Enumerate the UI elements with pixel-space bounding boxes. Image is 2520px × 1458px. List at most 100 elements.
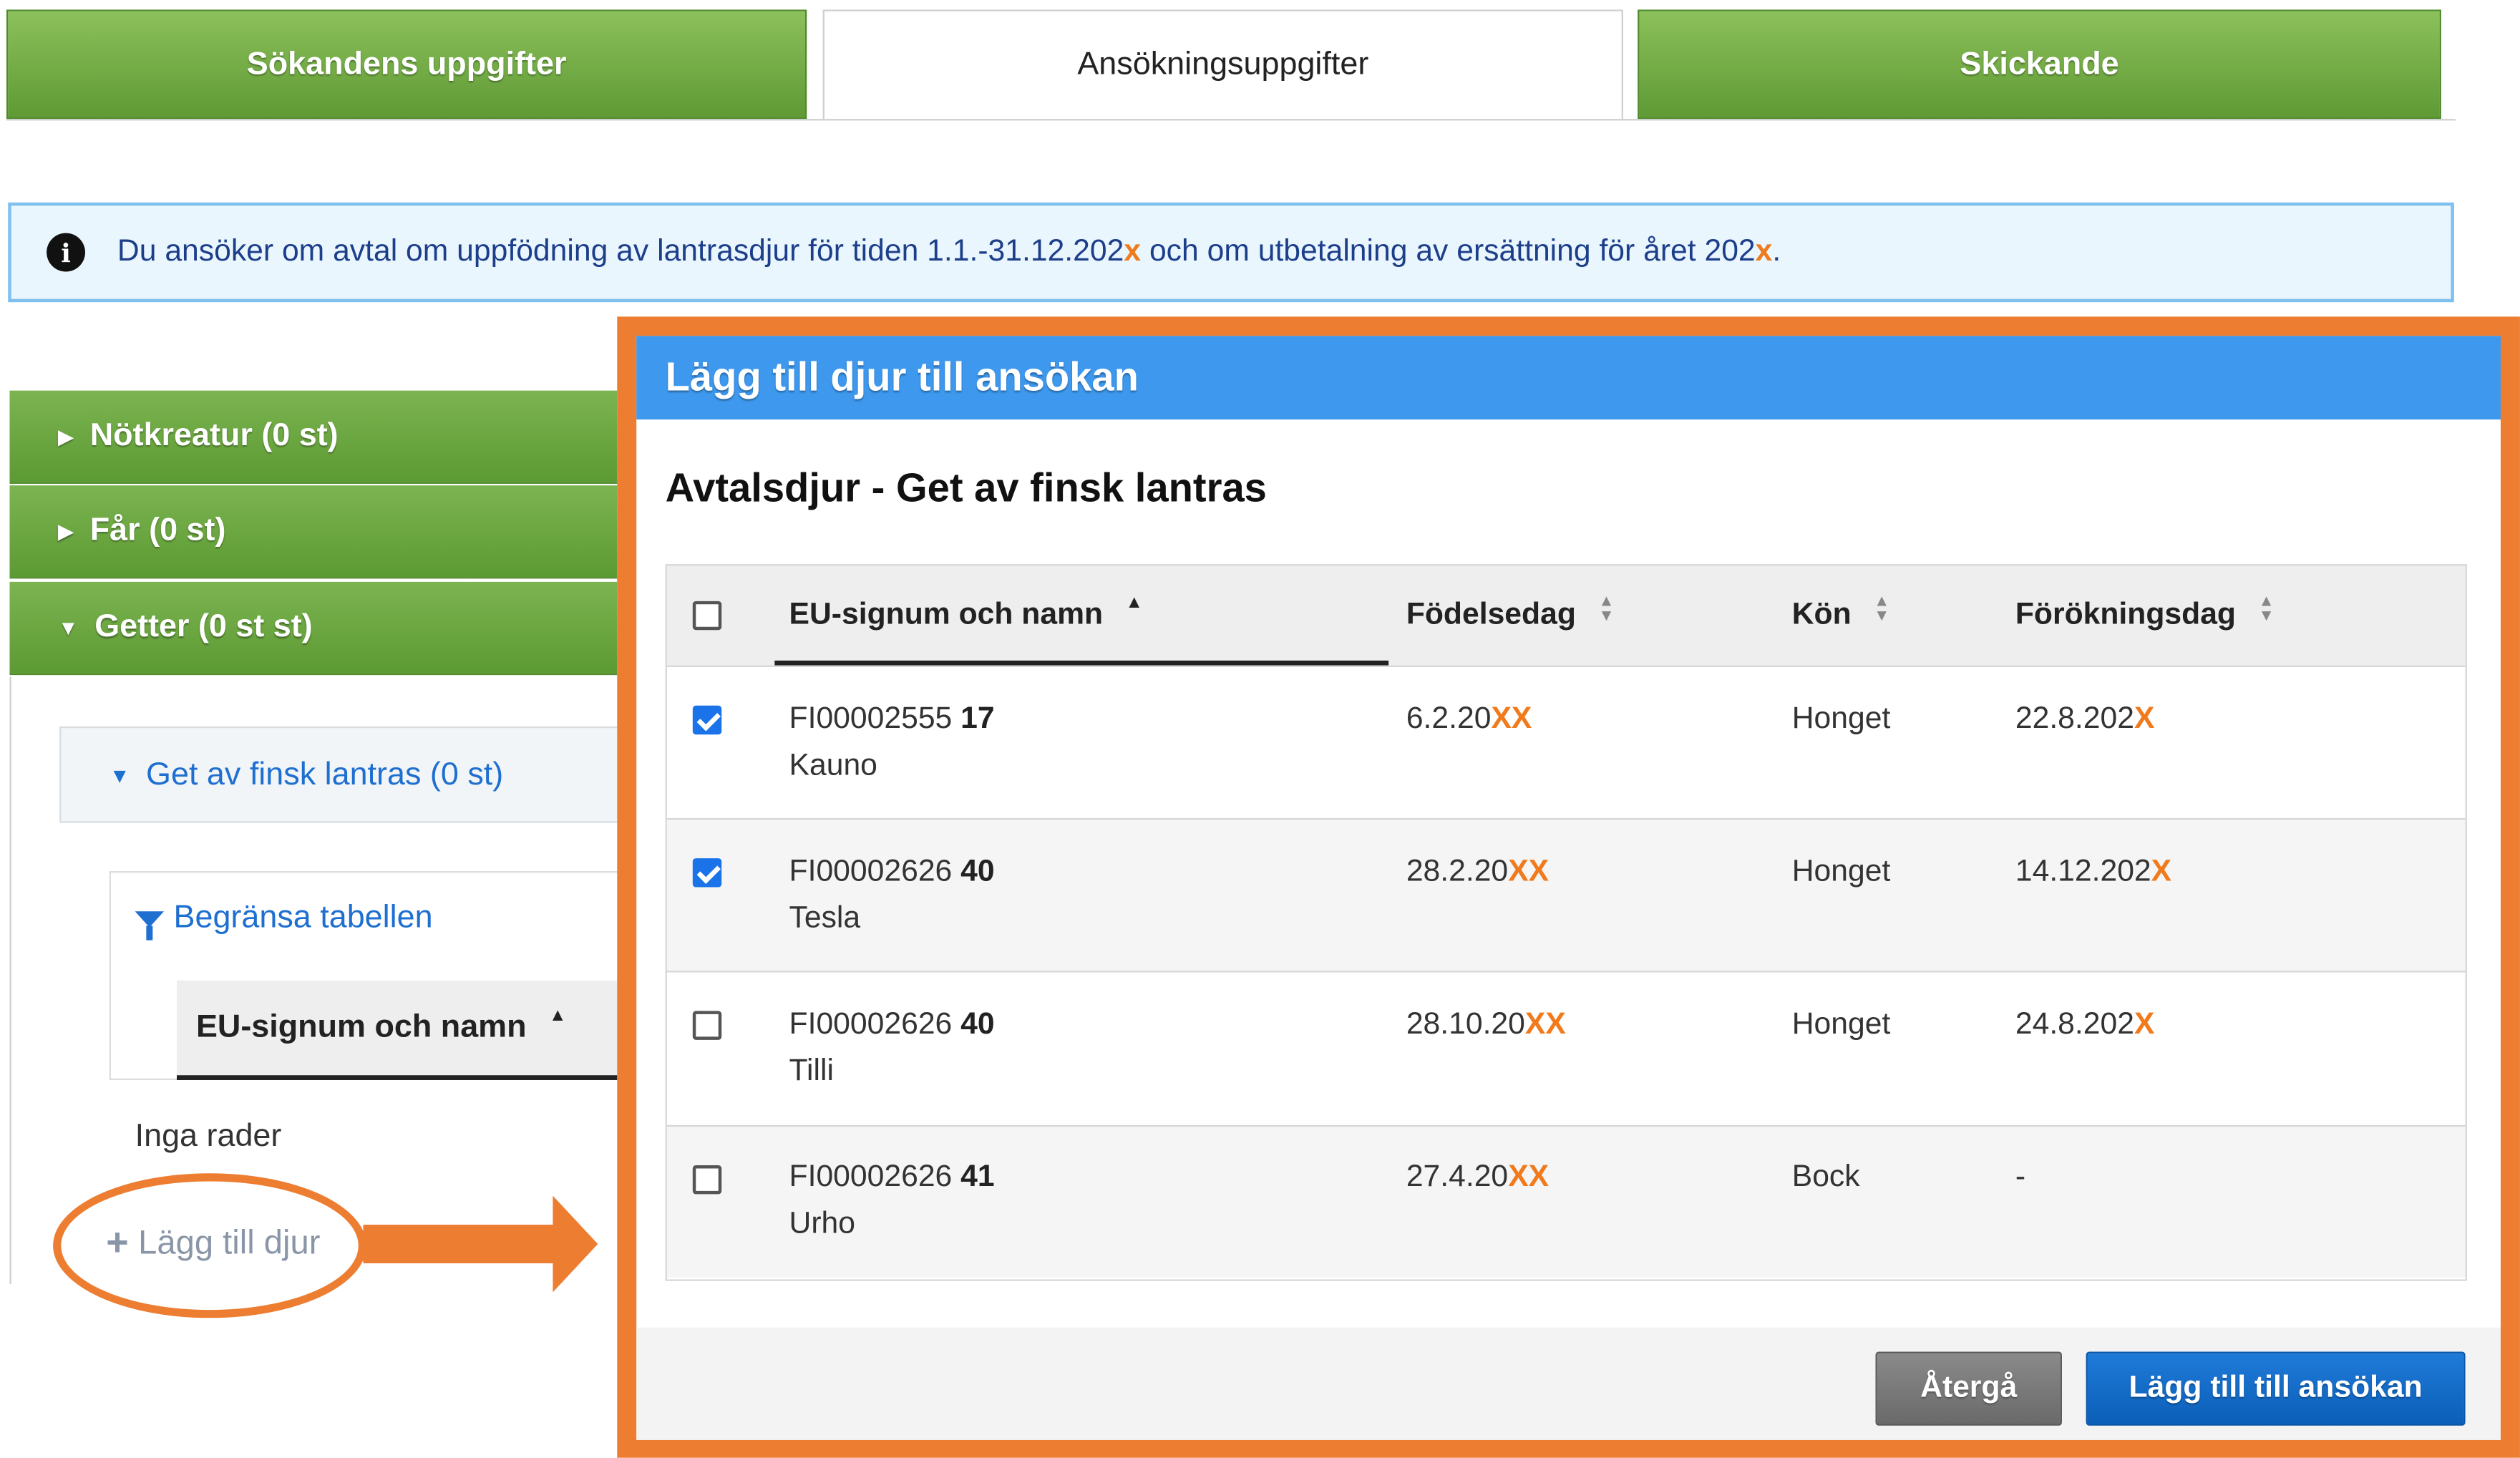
arrow-shaft	[363, 1225, 556, 1263]
dialog-header-title: Lägg till djur till ansökan	[665, 354, 1139, 400]
button-label: Lägg till till ansökan	[2129, 1371, 2423, 1405]
caret-right-icon: ▶	[57, 423, 74, 448]
add-to-application-button[interactable]: Lägg till till ansökan	[2086, 1351, 2466, 1426]
animal-sex: Bock	[1791, 1160, 1860, 1195]
date-part: 28.2.20	[1406, 855, 1509, 889]
column-label: Födelsedag	[1406, 598, 1576, 632]
select-all-checkbox[interactable]	[692, 601, 722, 631]
column-label: Förökningsdag	[2015, 598, 2237, 632]
birth-date: 28.10.20XX	[1406, 1008, 1566, 1043]
animal-id: FI00002626 41	[789, 1160, 995, 1195]
highlight-ellipse	[53, 1173, 366, 1318]
column-label: Kön	[1791, 598, 1852, 632]
empty-table-text: Inga rader	[135, 1118, 282, 1155]
breeding-date: 22.8.202X	[2015, 702, 2155, 737]
animal-id: FI00002555 17	[789, 702, 995, 737]
info-text-part: och om utbetalning av ersättning för åre…	[1141, 234, 1756, 268]
caret-right-icon: ▶	[57, 518, 74, 543]
filter-table-link[interactable]: Begränsa tabellen	[135, 900, 433, 940]
column-header-sex[interactable]: Kön ▲ ▼	[1792, 565, 1890, 665]
info-placeholder-x: x	[1124, 234, 1142, 268]
table-row[interactable]	[666, 817, 2466, 971]
tab-application-info[interactable]: Ansökningsuppgifter	[822, 9, 1623, 120]
accordion-goats[interactable]: ▼ Getter (0 st st)	[9, 581, 637, 676]
birth-date: 6.2.20XX	[1406, 702, 1532, 737]
sort-both-icon: ▲ ▼	[2258, 593, 2275, 626]
row-checkbox[interactable]	[692, 1165, 722, 1195]
info-text-part: Du ansöker om avtal om uppfödning av lan…	[117, 234, 1124, 268]
dialog-header: Lägg till djur till ansökan	[636, 336, 2501, 420]
sort-both-icon: ▲ ▼	[1598, 593, 1615, 626]
accordion-finnish-landrace-goat[interactable]: ▼ Get av finsk lantras (0 st)	[59, 726, 638, 823]
tab-label: Ansökningsuppgifter	[1077, 47, 1369, 82]
row-checkbox[interactable]	[692, 1011, 722, 1040]
breeding-date: -	[2015, 1160, 2025, 1195]
animal-sex: Honget	[1791, 855, 1891, 889]
sub-accordion-label: Get av finsk lantras (0 st)	[146, 756, 504, 792]
date-placeholder: XX	[1524, 1007, 1566, 1042]
button-label: Återgå	[1920, 1371, 2018, 1405]
id-prefix: FI00002626	[789, 1160, 961, 1195]
column-label: EU-signum och namn	[195, 1009, 527, 1045]
animal-id: FI00002626 40	[789, 855, 995, 890]
active-sort-underline	[774, 660, 1389, 666]
id-prefix: FI00002555	[789, 702, 961, 737]
date-part: -	[2015, 1160, 2026, 1195]
date-placeholder: X	[2134, 702, 2155, 737]
screenshot-stage: Sökandens uppgifter Ansökningsuppgifter …	[0, 0, 2520, 1458]
id-bold: 41	[960, 1160, 995, 1195]
id-prefix: FI00002626	[789, 855, 961, 889]
sort-ascending-icon: ▲	[1125, 593, 1143, 613]
tab-label: Sökandens uppgifter	[246, 45, 567, 82]
date-part: 28.10.20	[1406, 1007, 1525, 1042]
tab-sending[interactable]: Skickande	[1638, 9, 2441, 120]
column-header-breeding-date[interactable]: Förökningsdag ▲ ▼	[2015, 565, 2275, 665]
filter-label: Begränsa tabellen	[173, 900, 433, 935]
date-part: 27.4.20	[1406, 1160, 1509, 1195]
accordion-cattle[interactable]: ▶ Nötkreatur (0 st)	[9, 390, 637, 484]
breeding-date: 14.12.202X	[2015, 855, 2171, 890]
table-row[interactable]	[666, 1124, 2466, 1278]
caret-down-icon: ▼	[57, 616, 79, 640]
info-text: Du ansöker om avtal om uppfödning av lan…	[117, 235, 1781, 270]
caret-down-icon: ▼	[109, 762, 130, 787]
id-prefix: FI00002626	[789, 1007, 961, 1042]
animal-name: Tesla	[789, 901, 861, 935]
accordion-label: Nötkreatur (0 st)	[89, 417, 339, 454]
animal-name: Tilli	[789, 1054, 834, 1089]
dialog-title: Avtalsdjur - Get av finsk lantras	[665, 466, 1267, 512]
animal-name: Urho	[789, 1207, 856, 1241]
filter-icon	[135, 910, 165, 940]
arrow-right-icon	[553, 1195, 598, 1293]
breeding-date: 24.8.202X	[2015, 1008, 2155, 1043]
table-row[interactable]	[666, 971, 2466, 1123]
date-part: 24.8.202	[2015, 1007, 2134, 1042]
date-placeholder: XX	[1508, 855, 1550, 889]
animal-sex: Honget	[1791, 1007, 1891, 1042]
date-part: 14.12.202	[2015, 855, 2151, 889]
accordion-sheep[interactable]: ▶ Får (0 st)	[9, 485, 637, 579]
birth-date: 27.4.20XX	[1406, 1160, 1549, 1195]
row-checkbox[interactable]	[692, 705, 722, 735]
info-banner: i Du ansöker om avtal om uppfödning av l…	[8, 202, 2454, 303]
info-icon: i	[47, 233, 86, 272]
column-header-eu-signum[interactable]: EU-signum och namn ▲	[789, 565, 1143, 665]
date-placeholder: X	[2151, 855, 2172, 889]
tab-divider	[6, 119, 2456, 121]
cancel-button[interactable]: Återgå	[1875, 1351, 2062, 1426]
id-bold: 17	[960, 702, 995, 737]
row-checkbox[interactable]	[692, 858, 722, 888]
animal-sex: Honget	[1791, 702, 1891, 737]
tab-applicant-info[interactable]: Sökandens uppgifter	[6, 9, 807, 120]
table-row[interactable]	[666, 665, 2466, 818]
birth-date: 28.2.20XX	[1406, 855, 1549, 890]
date-placeholder: XX	[1508, 1160, 1550, 1195]
sort-ascending-icon: ▲	[549, 1005, 567, 1025]
date-placeholder: XX	[1491, 702, 1532, 737]
column-header-birthdate[interactable]: Födelsedag ▲ ▼	[1406, 565, 1615, 665]
left-table-header[interactable]: EU-signum och namn ▲	[177, 980, 643, 1080]
info-placeholder-x: x	[1755, 234, 1773, 268]
animal-id: FI00002626 40	[789, 1008, 995, 1043]
sort-both-icon: ▲ ▼	[1874, 593, 1890, 626]
id-bold: 40	[960, 1007, 995, 1042]
